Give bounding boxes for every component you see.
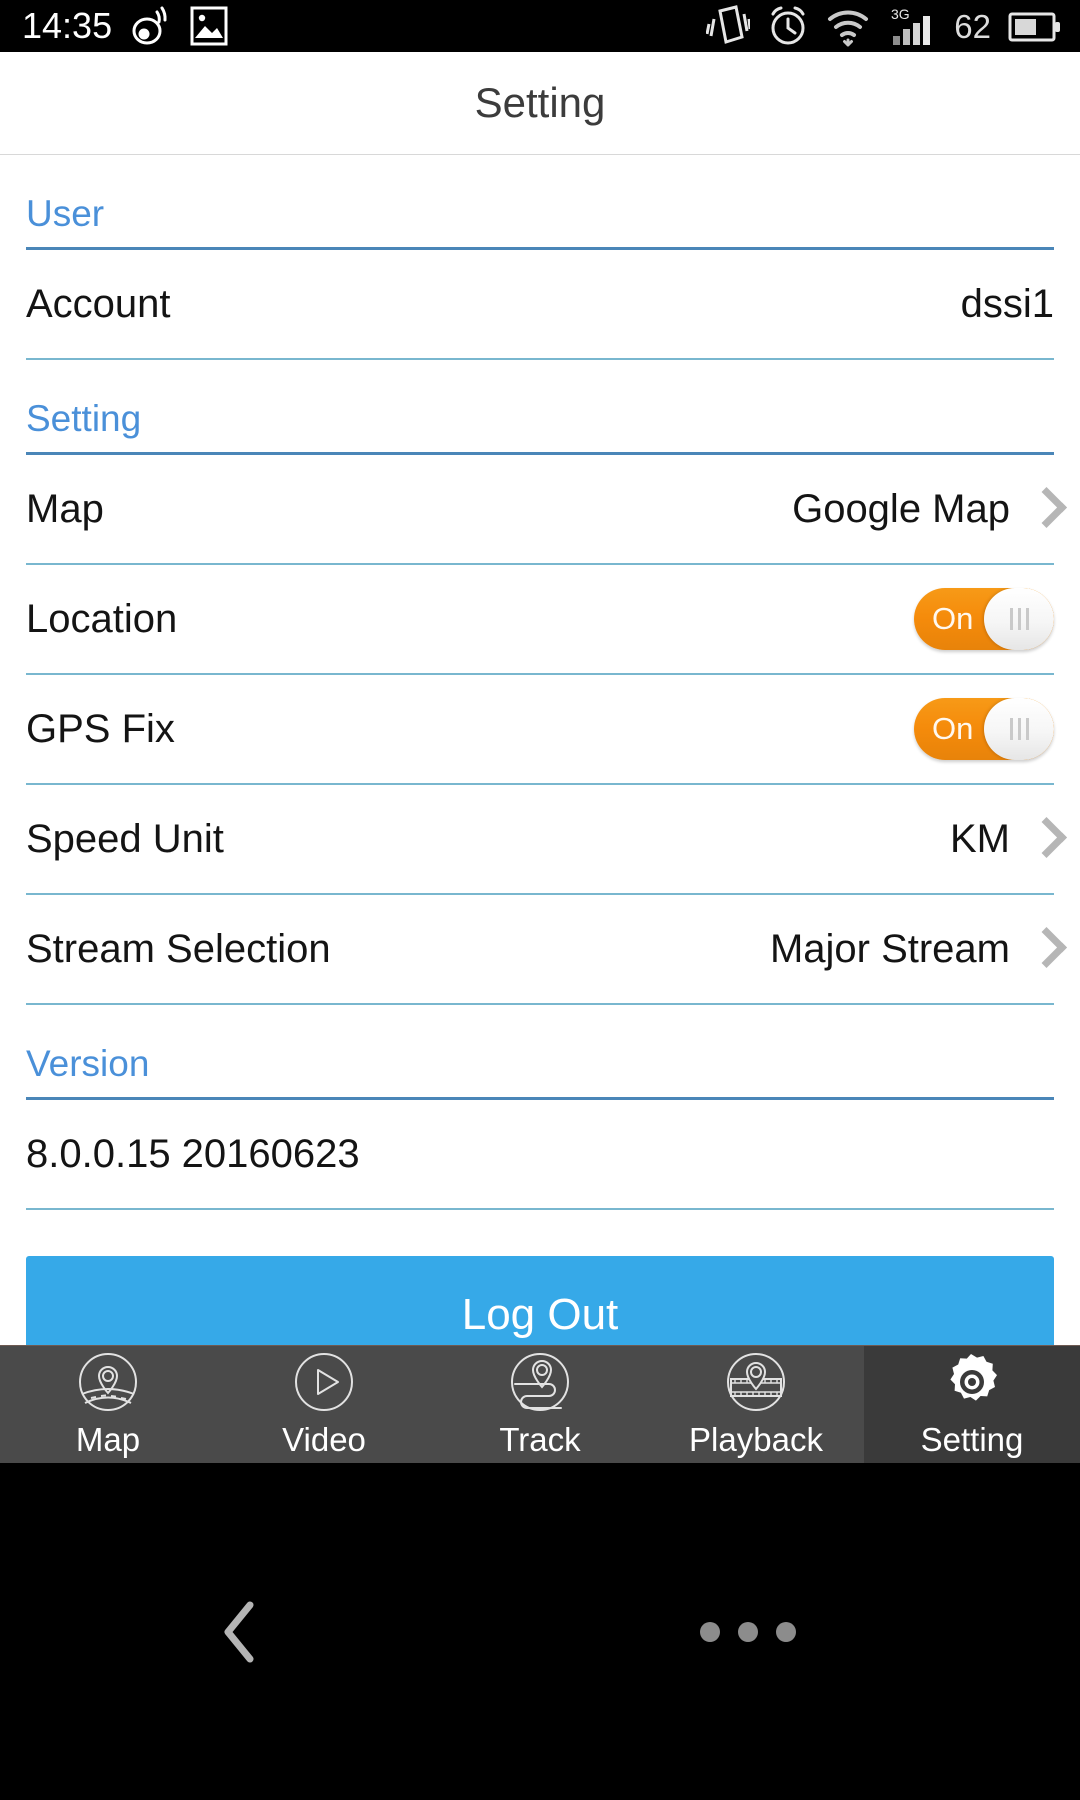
playback-filmstrip-icon	[727, 1352, 785, 1411]
title-bar: Setting	[0, 52, 1080, 155]
nav-item-video-label: Video	[282, 1420, 366, 1458]
location-toggle-state: On	[932, 601, 974, 636]
row-account-value: dssi1	[960, 281, 1054, 326]
logout-button-label: Log Out	[461, 1290, 619, 1339]
battery-icon	[1008, 12, 1060, 42]
row-stream-selection-label: Stream Selection	[26, 926, 331, 971]
row-map[interactable]: Map Google Map	[0, 455, 1080, 563]
gear-icon	[950, 1353, 997, 1401]
play-circle-icon	[295, 1352, 353, 1411]
section-header-setting: Setting	[26, 398, 142, 439]
row-gps-fix-label: GPS Fix	[26, 706, 175, 751]
row-version: 8.0.0.15 20160623	[0, 1100, 1080, 1208]
logout-button[interactable]: Log Out	[26, 1256, 1054, 1345]
nav-item-track-label: Track	[499, 1420, 581, 1458]
nav-item-playback[interactable]: Playback	[648, 1346, 864, 1463]
row-speed-unit-value: KM	[950, 816, 1010, 861]
alarm-icon	[771, 6, 805, 45]
status-bar: 14:35 3G 62	[0, 0, 1080, 52]
vibrate-icon	[706, 5, 751, 44]
app-screen: 14:35 3G 62 Setting User Account dssi1 S…	[0, 0, 1080, 1800]
row-location-label: Location	[26, 596, 178, 641]
section-header-version: Version	[26, 1043, 150, 1084]
status-bar-system-icons: 3G 62	[706, 5, 1062, 47]
signal-3g-icon: 3G	[891, 6, 931, 45]
map-pin-road-icon	[79, 1352, 137, 1411]
bottom-navigation: Map Video Track Playback Setting	[0, 1345, 1080, 1463]
page-title: Setting	[474, 79, 606, 126]
logout-container: Log Out	[0, 1210, 1080, 1345]
gps-fix-toggle-state: On	[932, 711, 974, 746]
row-stream-selection[interactable]: Stream Selection Major Stream	[0, 895, 1080, 1003]
location-toggle-knob[interactable]	[984, 588, 1054, 650]
chevron-right-icon	[1032, 930, 1054, 968]
image-icon	[190, 6, 228, 46]
row-location[interactable]: Location On	[0, 565, 1080, 673]
row-version-value: 8.0.0.15 20160623	[26, 1131, 360, 1176]
gps-fix-toggle[interactable]: On	[914, 698, 1054, 760]
row-map-label: Map	[26, 486, 104, 531]
row-account[interactable]: Account dssi1	[0, 250, 1080, 358]
status-bar-clock: 14:35	[22, 5, 113, 46]
row-speed-unit-label: Speed Unit	[26, 816, 224, 861]
chevron-right-icon	[1032, 820, 1054, 858]
row-speed-unit[interactable]: Speed Unit KM	[0, 785, 1080, 893]
nav-item-map-label: Map	[75, 1420, 141, 1458]
chevron-right-icon	[1032, 490, 1054, 528]
svg-text:3G: 3G	[891, 6, 910, 22]
system-navigation-bar	[0, 1463, 1080, 1800]
status-bar-notification-icons	[130, 5, 228, 47]
gps-fix-toggle-knob[interactable]	[984, 698, 1054, 760]
nav-item-setting[interactable]: Setting	[864, 1346, 1080, 1463]
weibo-icon	[132, 6, 167, 45]
location-toggle[interactable]: On	[914, 588, 1054, 650]
overflow-dots-icon[interactable]	[700, 1621, 796, 1642]
row-stream-selection-value: Major Stream	[769, 926, 1010, 971]
nav-item-setting-label: Setting	[920, 1420, 1024, 1458]
nav-item-playback-label: Playback	[689, 1420, 823, 1458]
row-gps-fix[interactable]: GPS Fix On	[0, 675, 1080, 783]
wifi-icon	[828, 10, 869, 47]
row-account-label: Account	[26, 281, 171, 326]
track-route-icon	[511, 1352, 569, 1411]
settings-content: User Account dssi1 Setting Map Google Ma…	[0, 155, 1080, 1345]
nav-item-map[interactable]: Map	[0, 1346, 216, 1463]
nav-item-track[interactable]: Track	[432, 1346, 648, 1463]
battery-percent-label: 62	[954, 7, 991, 45]
nav-item-video[interactable]: Video	[216, 1346, 432, 1463]
row-map-value: Google Map	[792, 486, 1010, 531]
section-header-user: User	[26, 193, 105, 234]
back-chevron-icon[interactable]	[218, 1597, 264, 1667]
